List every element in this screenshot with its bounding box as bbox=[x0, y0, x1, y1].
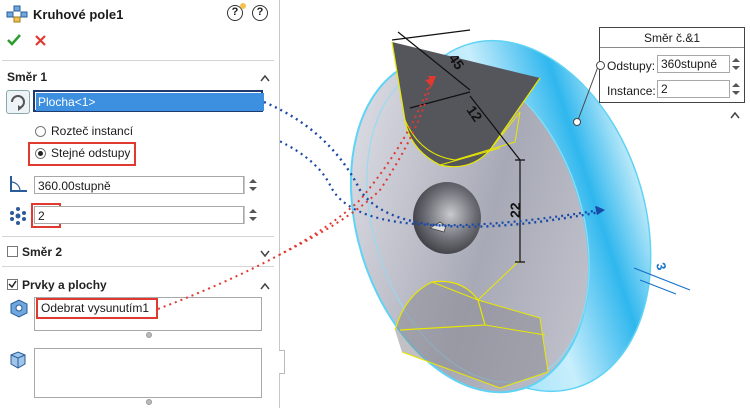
property-manager-panel: Kruhové pole1 ? ? Směr 1 Plocha<1> Rozte… bbox=[0, 0, 280, 408]
help-button[interactable]: ? bbox=[252, 5, 268, 21]
callout-collapse-chevron-icon[interactable] bbox=[730, 108, 740, 119]
panel-title: Kruhové pole1 bbox=[33, 7, 124, 22]
callout-spacing-field[interactable]: 360stupně bbox=[657, 55, 730, 73]
faces-to-pattern-icon bbox=[8, 350, 28, 370]
help-glyph: ? bbox=[231, 6, 239, 18]
callout-instances-spinner[interactable] bbox=[730, 80, 742, 98]
faces-to-pattern-list[interactable] bbox=[34, 348, 262, 398]
angle-field[interactable]: 360.00stupně bbox=[34, 176, 244, 194]
panel-splitter-handle[interactable] bbox=[279, 350, 285, 374]
dim-text-22[interactable]: 22 bbox=[507, 202, 523, 218]
instance-count-icon bbox=[8, 206, 28, 226]
features-checkbox[interactable] bbox=[7, 279, 18, 290]
direction1-header[interactable]: Směr 1 bbox=[7, 70, 47, 84]
callout-anchor bbox=[573, 118, 581, 126]
callout-spacing-spinner[interactable] bbox=[730, 55, 742, 73]
direction2-header[interactable]: Směr 2 bbox=[22, 245, 62, 259]
pattern-axis-field[interactable]: Plocha<1> bbox=[36, 93, 264, 111]
radio-instance-spacing-label: Rozteč instancí bbox=[51, 124, 134, 138]
features-to-pattern-icon bbox=[8, 298, 30, 318]
check-icon bbox=[7, 34, 21, 46]
reverse-direction-button[interactable] bbox=[6, 90, 30, 114]
callout-spacing-label: Odstupy: bbox=[607, 59, 656, 73]
angle-spinner[interactable] bbox=[244, 176, 261, 194]
feature-item-cut-extrude[interactable]: Odebrat vysunutím1 bbox=[41, 301, 149, 315]
dim-text-3[interactable]: 3 bbox=[653, 261, 669, 272]
direction2-checkbox[interactable] bbox=[7, 246, 18, 257]
pattern-axis-value: Plocha<1> bbox=[38, 95, 96, 109]
center-hole[interactable] bbox=[413, 182, 481, 254]
help-glyph-2: ? bbox=[256, 6, 264, 18]
cancel-button[interactable] bbox=[35, 35, 46, 46]
direction2-expand-chevron-icon[interactable] bbox=[260, 247, 270, 258]
angle-icon bbox=[8, 174, 30, 194]
x-icon bbox=[35, 35, 46, 46]
radio-equal-spacing[interactable] bbox=[35, 148, 46, 159]
instance-count-spinner[interactable] bbox=[244, 206, 261, 224]
features-list-resize-handle[interactable] bbox=[146, 332, 152, 338]
callout-title: Směr č.&1 bbox=[643, 31, 700, 45]
circular-pattern-icon bbox=[6, 5, 28, 23]
features-collapse-chevron-icon[interactable] bbox=[260, 279, 270, 290]
direction1-collapse-chevron-icon[interactable] bbox=[260, 71, 270, 82]
callout-pin-icon bbox=[596, 61, 605, 70]
pattern-callout[interactable]: Směr č.&1 Odstupy: 360stupně Instance: 2 bbox=[596, 27, 745, 103]
ok-button[interactable] bbox=[7, 34, 21, 46]
sparkle-icon bbox=[240, 3, 246, 9]
features-header[interactable]: Prvky a plochy bbox=[22, 278, 107, 292]
reverse-direction-icon bbox=[11, 95, 25, 111]
radio-instance-spacing[interactable] bbox=[35, 126, 46, 137]
callout-instances-label: Instance: bbox=[607, 84, 656, 98]
radio-equal-spacing-label: Stejné odstupy bbox=[51, 146, 131, 160]
faces-list-resize-handle[interactable] bbox=[146, 399, 152, 405]
callout-instances-field[interactable]: 2 bbox=[657, 80, 730, 98]
instance-count-field[interactable]: 2 bbox=[34, 206, 244, 224]
